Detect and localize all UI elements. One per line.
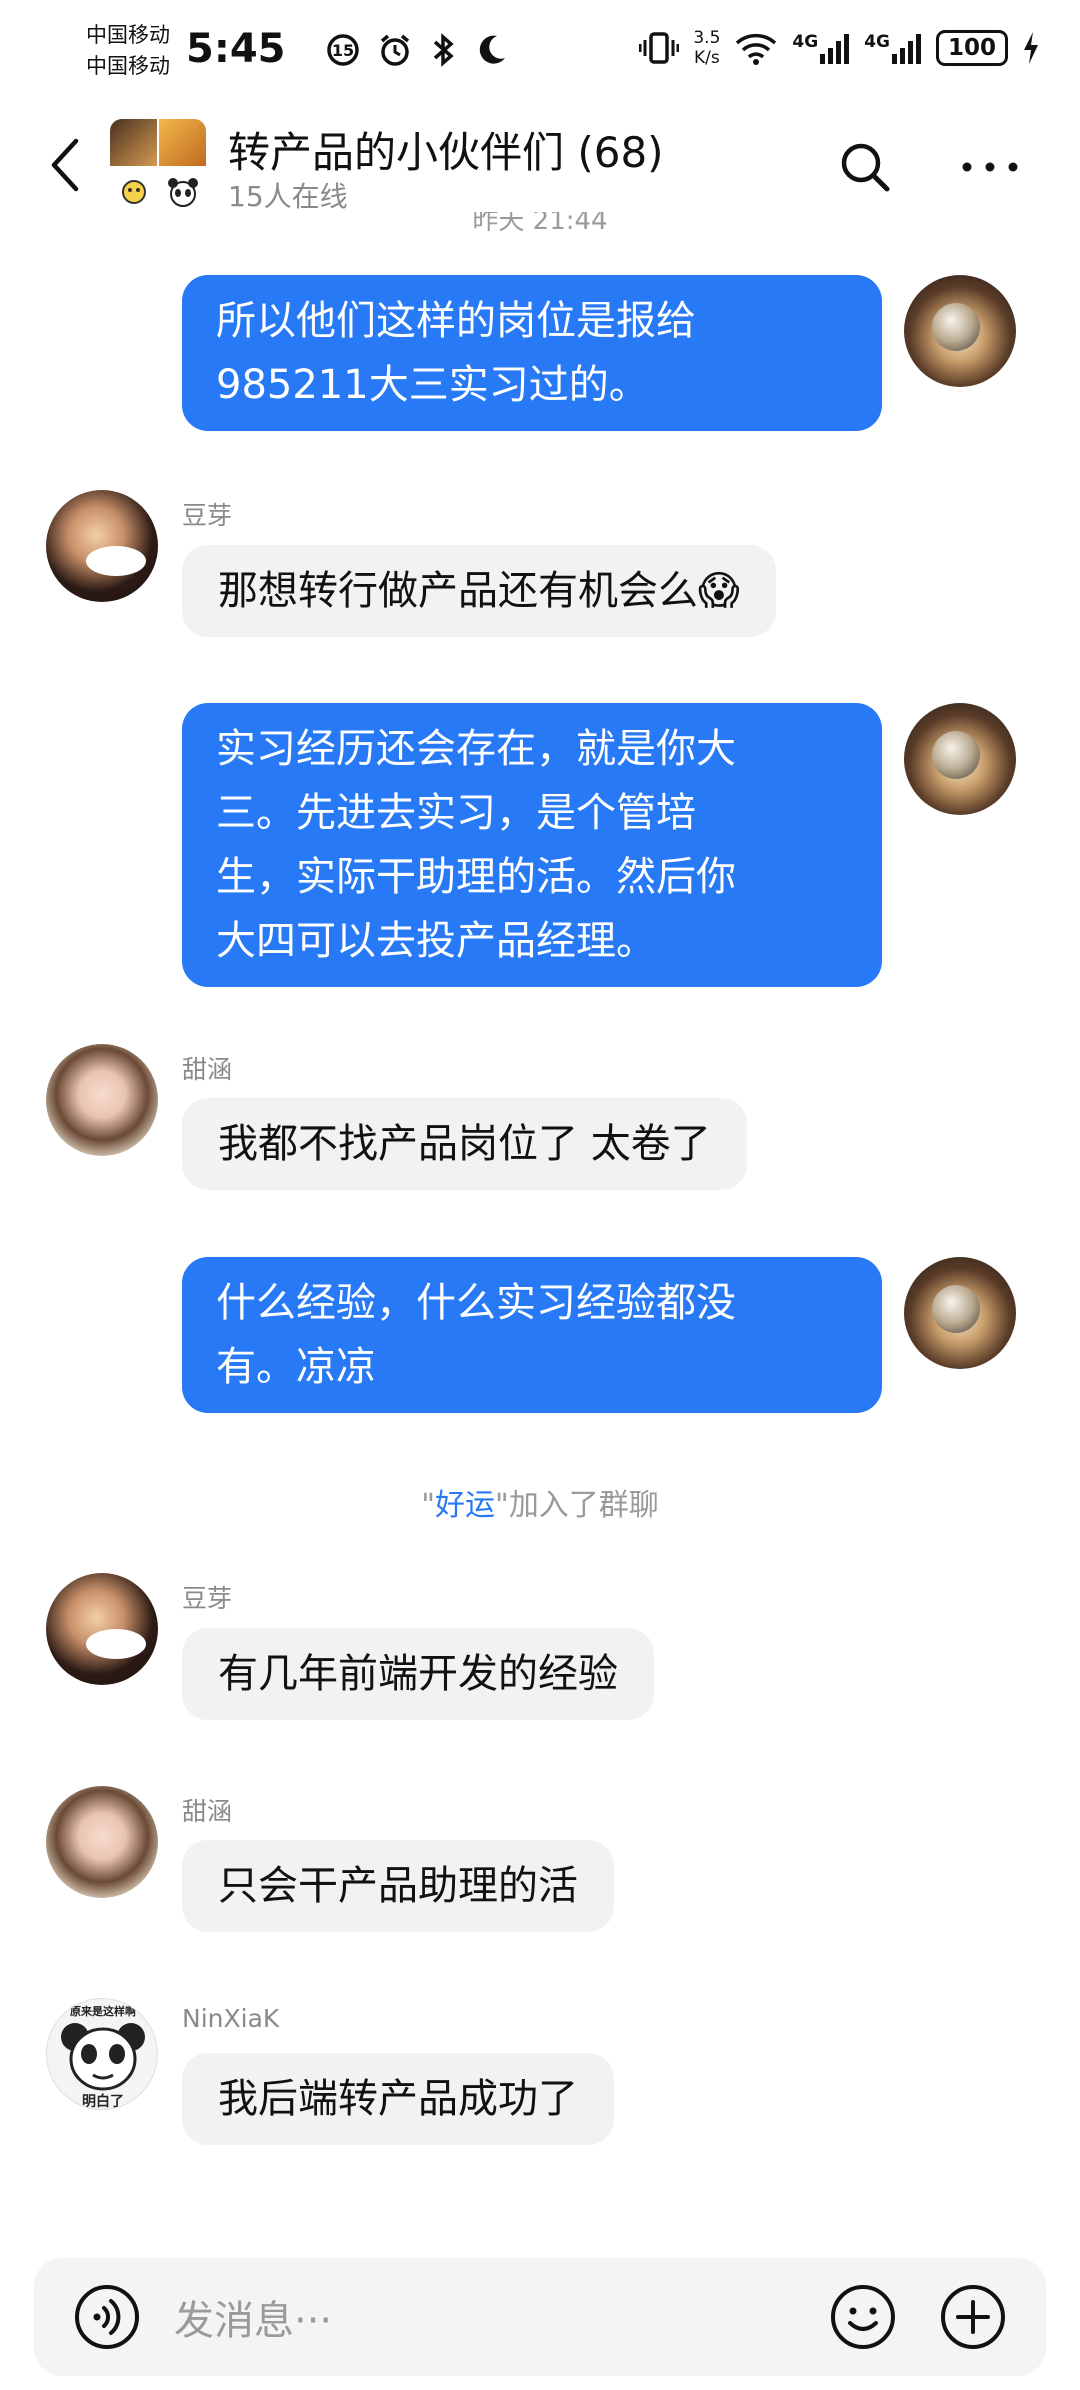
group-avatar-tile — [159, 168, 206, 215]
online-count: 15人在线 — [228, 180, 348, 213]
message-bubble-incoming[interactable]: 我都不找产品岗位了 太卷了 — [182, 1098, 747, 1190]
voice-icon — [75, 2285, 139, 2349]
emoji-button[interactable] — [830, 2284, 896, 2350]
group-title[interactable]: 转产品的小伙伴们 (68) — [228, 119, 664, 180]
message-bubble-incoming[interactable]: 我后端转产品成功了 — [182, 2053, 614, 2145]
more-actions-button[interactable] — [940, 2284, 1006, 2350]
sticker-icon — [121, 179, 146, 204]
message-input[interactable]: 发消息··· — [174, 2288, 332, 2346]
message-bubble-incoming[interactable]: 只会干产品助理的活 — [182, 1840, 614, 1932]
group-avatar-tile — [110, 168, 157, 215]
voice-input-button[interactable] — [74, 2284, 140, 2350]
avatar-douya[interactable] — [46, 1573, 158, 1685]
battery-indicator: 100 — [936, 30, 1008, 66]
message-bubble-incoming[interactable]: 那想转行做产品还有机会么😱 — [182, 545, 776, 637]
avatar-self[interactable] — [904, 703, 1016, 815]
avatar-douya[interactable] — [46, 490, 158, 602]
status-bar: 中国移动 中国移动 5:45 15 3.5 K/s 4G 4G 100 — [0, 0, 1080, 105]
carrier-label: 中国移动 中国移动 — [86, 23, 170, 78]
message-bubble-outgoing[interactable]: 所以他们这样的岗位是报给 985211大三实习过的。 — [182, 275, 882, 431]
system-join-notice: "好运"加入了群聊 — [421, 1488, 659, 1523]
status-time: 5:45 — [186, 26, 286, 72]
status-icons-right: 3.5 K/s 4G 4G 100 — [639, 28, 1040, 68]
more-icon — [962, 162, 1018, 172]
net-speed: 3.5 K/s — [693, 28, 721, 68]
panda-icon — [167, 177, 198, 207]
group-avatar-tile — [110, 119, 157, 166]
alarm-icon — [380, 34, 410, 66]
status-icons-left: 15 — [325, 32, 509, 68]
message-bubble-incoming[interactable]: 有几年前端开发的经验 — [182, 1628, 654, 1720]
wifi-icon — [736, 33, 777, 65]
avatar-tianhan[interactable] — [46, 1044, 158, 1156]
svg-text:15: 15 — [332, 41, 354, 60]
signal-2: 4G — [864, 32, 922, 64]
joined-user-link[interactable]: 好运 — [435, 1488, 495, 1523]
avatar-tianhan[interactable] — [46, 1786, 158, 1898]
group-avatar-tile — [159, 119, 206, 166]
avatar-self[interactable] — [904, 275, 1016, 387]
sender-name: 豆芽 — [182, 501, 233, 530]
chat-header: 转产品的小伙伴们 (68) 15人在线 — [0, 105, 1080, 223]
plus-icon — [941, 2285, 1005, 2349]
avatar-self[interactable] — [904, 1257, 1016, 1369]
group-avatar[interactable] — [110, 119, 206, 215]
sender-name: 豆芽 — [182, 1584, 233, 1613]
chevron-left-icon — [51, 138, 79, 192]
bluetooth-icon — [433, 33, 454, 67]
search-button[interactable] — [835, 137, 895, 197]
message-input-bar: 发消息··· — [34, 2258, 1046, 2376]
signal-bars-icon — [820, 34, 850, 64]
sender-name: 甜涵 — [182, 1797, 233, 1826]
sender-name: NinXiaK — [182, 2004, 280, 2033]
sender-name: 甜涵 — [182, 1055, 233, 1084]
message-bubble-outgoing[interactable]: 实习经历还会存在，就是你大 三。先进去实习，是个管培 生，实际干助理的活。然后你… — [182, 703, 882, 987]
signal-1: 4G — [792, 32, 850, 64]
back-button[interactable] — [42, 135, 92, 195]
avatar-ninxiak[interactable]: 原来是这样啊 明白了 — [46, 1998, 158, 2110]
search-icon — [841, 143, 890, 192]
more-button[interactable] — [955, 137, 1025, 197]
charging-icon — [1024, 32, 1038, 64]
moon-icon — [479, 35, 505, 64]
signal-bars-icon — [892, 34, 921, 64]
vibrate-icon — [639, 32, 680, 64]
data-saver-icon: 15 — [327, 34, 359, 66]
emoji-icon — [831, 2285, 895, 2349]
message-bubble-outgoing[interactable]: 什么经验，什么实习经验都没 有。凉凉 — [182, 1257, 882, 1413]
message-timestamp: 昨天 21:44 — [472, 212, 608, 236]
